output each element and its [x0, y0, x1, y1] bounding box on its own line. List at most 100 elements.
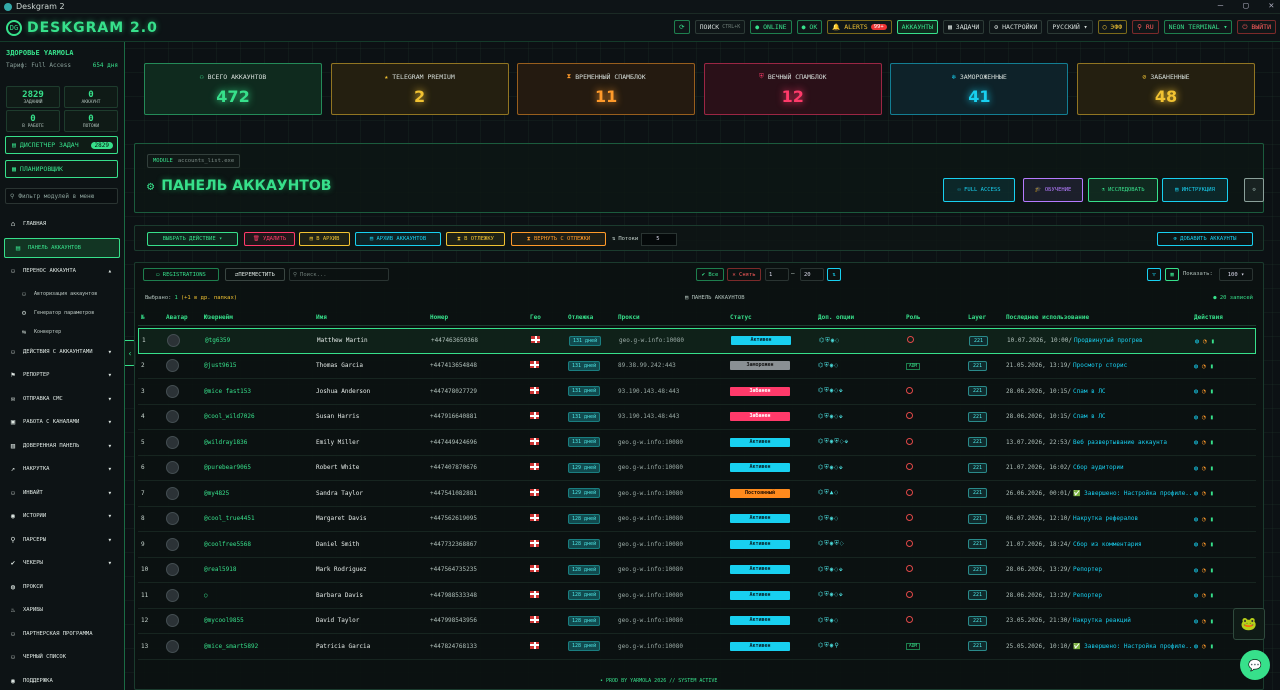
sidebar-item[interactable]: ◍ ПРОКСИ — [0, 577, 124, 597]
signal-icon[interactable]: ▮ — [1210, 540, 1214, 548]
column-header[interactable]: Юзернейм — [201, 314, 313, 321]
chat-icon[interactable]: 💬 — [1240, 650, 1270, 680]
avatar[interactable] — [166, 410, 179, 424]
logout-button[interactable]: ⏻ ВЫЙТИ — [1237, 20, 1276, 34]
column-header[interactable]: Гео — [527, 314, 565, 321]
stat-card[interactable]: ★ TELEGRAM PREMIUM 2 — [330, 63, 509, 115]
globe-icon[interactable]: ◍ — [1194, 642, 1198, 650]
avatar[interactable] — [166, 614, 179, 628]
table-row[interactable]: 12 @mycool9855 David Taylor +447998543956 12… — [138, 609, 1256, 634]
globe-icon[interactable]: ◍ — [1194, 591, 1198, 599]
avatar[interactable] — [166, 359, 179, 373]
column-header[interactable]: Действия — [1191, 314, 1256, 321]
search-button[interactable]: ПОИСК CTRL+K — [694, 20, 746, 34]
column-header[interactable]: № — [138, 314, 163, 321]
scheduler-button[interactable]: ▦ ПЛАНИРОВЩИК — [5, 160, 118, 178]
threads-input[interactable]: 5 — [641, 232, 678, 246]
gauge-icon[interactable]: ◔ — [1202, 591, 1206, 599]
column-header[interactable]: Роль — [903, 314, 965, 321]
globe-icon[interactable]: ◍ — [1194, 515, 1198, 523]
avatar[interactable] — [166, 512, 179, 526]
avatar[interactable] — [166, 435, 179, 449]
dispatcher-button[interactable]: ▤ ДИСПЕТЧЕР ЗАДАЧ 2829 — [5, 136, 118, 154]
ok-status-button[interactable]: ● OK — [796, 20, 823, 34]
online-status-button[interactable]: ● ONLINE — [750, 20, 792, 34]
sidebar-item[interactable]: ✔ ЧЕКЕРЫ ▾ — [0, 553, 124, 573]
accounts-tab-button[interactable]: АККАУНТЫ — [896, 20, 938, 34]
settings-button[interactable]: ⚙ НАСТРОЙКИ — [989, 20, 1043, 34]
globe-icon[interactable]: ◍ — [1194, 362, 1198, 370]
sidebar-item[interactable]: ⚇ ЧЕРНЫЙ СПИСОК — [0, 647, 124, 667]
table-row[interactable]: 11 ○ Barbara Davis +447988533348 128 дней geo… — [138, 583, 1256, 609]
gauge-icon[interactable]: ◔ — [1202, 566, 1206, 574]
globe-icon[interactable]: ◍ — [1194, 464, 1198, 472]
signal-icon[interactable]: ▮ — [1210, 489, 1214, 497]
tutorial-button[interactable]: 🎓 ОБУЧЕНИЕ — [1023, 178, 1083, 202]
column-header[interactable]: Последнее использование — [1003, 314, 1191, 321]
alerts-button[interactable]: 🔔 ALERTS 99+ — [827, 20, 892, 34]
stat-card[interactable]: ❄ ЗАМОРОЖЕННЫЕ 41 — [890, 63, 1069, 115]
range-to-input[interactable]: 20 — [800, 268, 824, 281]
table-row[interactable]: 2 @just9615 Thomas Garcia +447413654848 131 … — [138, 354, 1256, 379]
choose-action-select[interactable]: ВЫБРАТЬ ДЕЙСТВИЕ ▾ — [147, 232, 238, 246]
tasks-button[interactable]: ▦ ЗАДАЧИ — [942, 20, 985, 34]
search-input[interactable]: ⚲ Поиск... — [289, 268, 389, 281]
avatar[interactable] — [166, 486, 179, 500]
column-header[interactable]: Статус — [727, 314, 815, 321]
globe-icon[interactable]: ◍ — [1194, 540, 1198, 548]
minimize-icon[interactable]: — — [1218, 1, 1223, 11]
sidebar-item[interactable]: ⚙ Генератор параметров — [0, 304, 124, 323]
globe-icon[interactable]: ◍ — [1194, 489, 1198, 497]
table-row[interactable]: 8 @cool_true4451 Margaret Davis +4475626190… — [138, 507, 1256, 532]
sidebar-item[interactable]: ▥ ДОВЕРЕННАЯ ПАНЕЛЬ ▾ — [0, 436, 124, 456]
signal-icon[interactable]: ▮ — [1210, 464, 1214, 472]
logo[interactable]: DG DESKGRAM 2.0 — [6, 19, 158, 36]
avatar[interactable] — [166, 563, 179, 577]
globe-icon[interactable]: ◍ — [1195, 337, 1199, 345]
column-header[interactable]: Имя — [313, 314, 427, 321]
registrations-button[interactable]: ▭ REGISTRATIONS — [143, 268, 219, 281]
table-row[interactable]: 13 @mice_smart5892 Patricia Garcia +4478247… — [138, 634, 1256, 660]
table-row[interactable]: 6 @purebear9065 Robert White +447407870676 1… — [138, 456, 1256, 481]
sidebar-item[interactable]: ⚇ ДЕЙСТВИЯ С АККАУНТАМИ ▾ — [0, 342, 124, 362]
sidebar-item[interactable]: ✉ ОТПРАВКА СМС ▾ — [0, 389, 124, 409]
gauge-icon[interactable]: ◔ — [1202, 642, 1206, 650]
full-access-button[interactable]: ⚇ FULL ACCESS — [943, 178, 1015, 202]
grid-icon[interactable]: ▦ — [1165, 268, 1179, 281]
globe-icon[interactable]: ◍ — [1194, 387, 1198, 395]
gauge-icon[interactable]: ◔ — [1202, 413, 1206, 421]
sidebar-item[interactable]: ⚇ Авторизация аккаунтов — [0, 285, 124, 304]
filter-icon[interactable]: ▽ — [1147, 268, 1161, 281]
panel-settings-button[interactable]: ⚙ — [1244, 178, 1264, 202]
signal-icon[interactable]: ▮ — [1210, 591, 1214, 599]
gauge-icon[interactable]: ◔ — [1202, 489, 1206, 497]
gauge-icon[interactable]: ◔ — [1202, 617, 1206, 625]
sidebar-item[interactable]: ⚇ ИНВАЙТ ▾ — [0, 483, 124, 503]
module-filter-input[interactable]: ⚲ Фильтр модулей в меню — [5, 188, 118, 204]
to-rest-button[interactable]: ⧗ В ОТЛЕЖКУ — [446, 232, 505, 246]
avatar[interactable] — [166, 639, 179, 653]
signal-icon[interactable]: ▮ — [1210, 387, 1214, 395]
add-accounts-button[interactable]: ⊕ ДОБАВИТЬ АККАУНТЫ — [1157, 232, 1253, 246]
close-icon[interactable]: ✕ — [1269, 1, 1274, 11]
table-row[interactable]: 7 @my4825 Sandra Taylor +447541082881 129 дн… — [138, 481, 1256, 507]
stat-card[interactable]: ⧗ ВРЕМЕННЫЙ СПАМБЛОК 11 — [517, 63, 696, 115]
table-row[interactable]: 1 @tg6359 Matthew Martin +447463650368 131 д… — [138, 328, 1256, 354]
gauge-icon[interactable]: ◔ — [1202, 387, 1206, 395]
effects-toggle[interactable]: ◯ ЭФФ — [1097, 20, 1128, 34]
column-header[interactable]: Номер — [427, 314, 527, 321]
instruction-button[interactable]: ▤ ИНСТРУКЦИЯ — [1162, 178, 1228, 202]
gauge-icon[interactable]: ◔ — [1202, 515, 1206, 523]
gauge-icon[interactable]: ◔ — [1202, 540, 1206, 548]
signal-icon[interactable]: ▮ — [1210, 566, 1214, 574]
sidebar-item[interactable]: ◉ ПОДДЕРЖКА — [0, 671, 124, 690]
gauge-icon[interactable]: ◔ — [1202, 464, 1206, 472]
column-header[interactable]: Отлежка — [565, 314, 615, 321]
maximize-icon[interactable]: ▢ — [1243, 1, 1248, 11]
archive-button[interactable]: ▤ В АРХИВ — [299, 232, 350, 246]
explore-button[interactable]: ⚗ ИССЛЕДОВАТЬ — [1088, 178, 1158, 202]
sidebar-item[interactable]: ⇆ Конвертер — [0, 323, 124, 342]
range-from-input[interactable]: 1 — [765, 268, 789, 281]
move-button[interactable]: ⇄ПЕРЕМЕСТИТЬ — [225, 268, 285, 281]
return-from-rest-button[interactable]: ⧗ ВЕРНУТЬ С ОТЛЕЖКИ — [511, 232, 606, 246]
